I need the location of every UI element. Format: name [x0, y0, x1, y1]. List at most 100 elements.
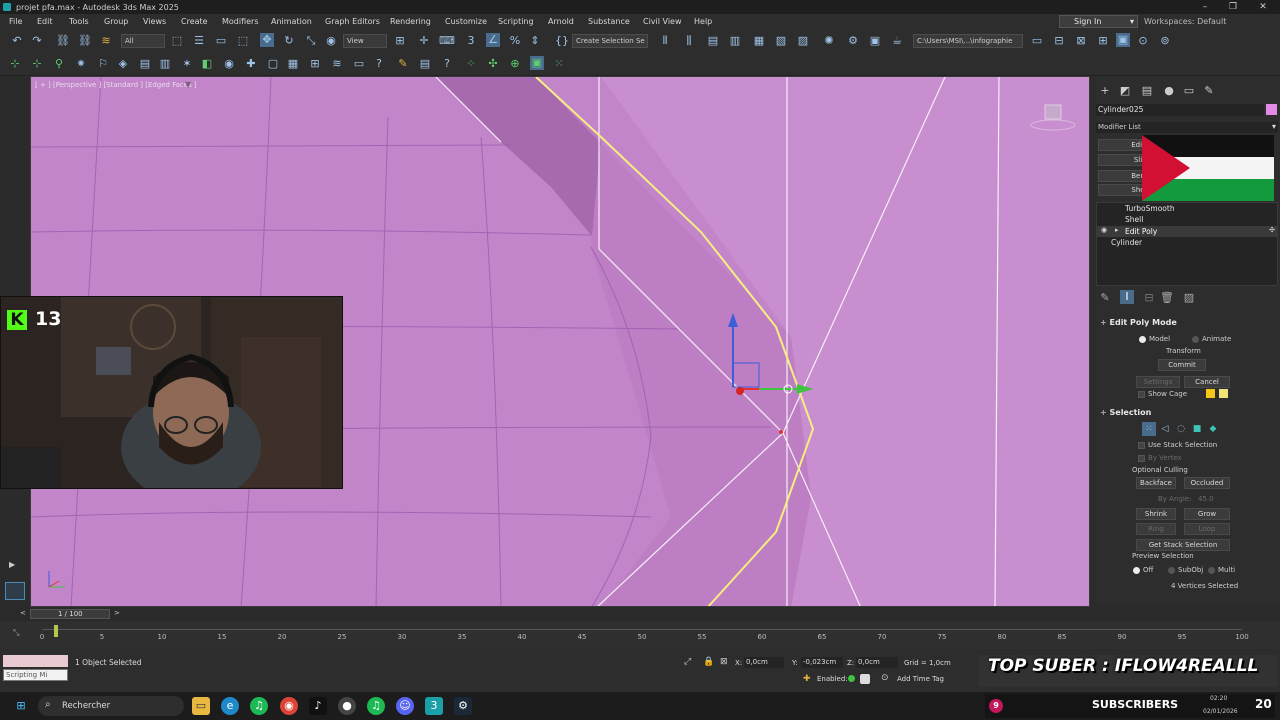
show-end-result-icon[interactable]: Ⅰ: [1120, 290, 1134, 304]
stack-item-turbosmooth[interactable]: TurboSmooth: [1125, 204, 1175, 213]
edge-mode-icon[interactable]: ⊹: [30, 57, 44, 71]
preview-subobj-radio[interactable]: [1168, 567, 1175, 574]
question-icon[interactable]: ?: [440, 57, 454, 71]
schematic-view-icon[interactable]: ▨: [796, 34, 810, 48]
scale-icon[interactable]: ⤡: [304, 34, 318, 48]
steam-icon[interactable]: ⚙: [454, 697, 472, 715]
stack-item-cylinder[interactable]: Cylinder: [1111, 238, 1142, 247]
utilities-tab-icon[interactable]: ✎: [1202, 84, 1216, 98]
ring-button[interactable]: Ring: [1136, 523, 1176, 535]
shrink-button[interactable]: Shrink: [1136, 508, 1176, 520]
window-crossing-icon[interactable]: ⬚: [236, 34, 250, 48]
menu-help[interactable]: Help: [694, 17, 712, 26]
show-cage-checkbox[interactable]: [1138, 391, 1145, 398]
layer-explorer-icon[interactable]: ▥: [728, 34, 742, 48]
menu-edit[interactable]: Edit: [37, 17, 53, 26]
menu-civil-view[interactable]: Civil View: [643, 17, 682, 26]
menu-scripting[interactable]: Scripting: [498, 17, 534, 26]
cancel-button[interactable]: Cancel: [1184, 376, 1230, 388]
track-bar-icon[interactable]: ⤡: [13, 628, 19, 638]
spotify-2-icon[interactable]: ♫: [367, 697, 385, 715]
preview-off-radio[interactable]: [1133, 567, 1140, 574]
commit-button[interactable]: Commit: [1158, 359, 1206, 371]
menu-views[interactable]: Views: [143, 17, 166, 26]
vertex-mode-icon[interactable]: ⊹: [8, 57, 22, 71]
sign-in-dropdown[interactable]: Sign In ▾: [1059, 15, 1138, 28]
time-config-icon[interactable]: ✚: [803, 674, 811, 684]
recording-app-icon[interactable]: ●: [338, 697, 356, 715]
pin-stack-icon[interactable]: ✎: [1098, 291, 1112, 305]
snap-edge-icon[interactable]: ✣: [486, 57, 500, 71]
configure-sets-icon[interactable]: ▨: [1182, 291, 1196, 305]
menu-graph-editors[interactable]: Graph Editors: [325, 17, 380, 26]
isolate-icon[interactable]: ⤢: [684, 657, 691, 667]
stack-item-edit-poly-row[interactable]: ◉ ▸ Edit Poly ✣: [1097, 226, 1277, 237]
motion-tab-icon[interactable]: ●: [1162, 84, 1176, 98]
angle-snap-icon[interactable]: ∠: [486, 33, 500, 47]
layout-2-icon[interactable]: ⊠: [1074, 34, 1088, 48]
snap-vertex-icon[interactable]: ⁘: [464, 57, 478, 71]
track-bar[interactable]: ⤡ 0 5 10 15 20 25 30 35 40 45 50 55 60 65 70 75 80 85 90 95…: [0, 621, 1280, 649]
stack-item-shell[interactable]: Shell: [1125, 215, 1143, 224]
spotify-icon[interactable]: ♫: [250, 697, 268, 715]
object-name-field[interactable]: Cylinder025: [1096, 104, 1264, 116]
bind-spacewarp-icon[interactable]: ≋: [99, 34, 113, 48]
mirror-icon[interactable]: ⫴: [658, 34, 672, 48]
shape-icon[interactable]: ✶: [180, 57, 194, 71]
teapot-icon[interactable]: ◉: [222, 57, 236, 71]
x-coordinate-field[interactable]: 0,0cm: [744, 657, 784, 668]
menu-arnold[interactable]: Arnold: [548, 17, 574, 26]
hierarchy-tab-icon[interactable]: ▤: [1140, 84, 1154, 98]
by-vertex-checkbox[interactable]: [1138, 455, 1145, 462]
occluded-button[interactable]: Occluded: [1184, 477, 1230, 489]
time-slider-thumb[interactable]: 1 / 100: [30, 609, 110, 619]
grow-button[interactable]: Grow: [1184, 508, 1230, 520]
file-explorer-icon[interactable]: ▭: [192, 697, 210, 715]
paint-icon[interactable]: ✎: [396, 57, 410, 71]
get-stack-selection-button[interactable]: Get Stack Selection: [1136, 539, 1230, 551]
place-icon[interactable]: ◉: [324, 34, 338, 48]
help-icon[interactable]: ?: [372, 57, 386, 71]
menu-animation[interactable]: Animation: [271, 17, 312, 26]
spacewarp-icon[interactable]: ≋: [330, 57, 344, 71]
close-button[interactable]: ✕: [1248, 0, 1278, 14]
named-selection-icon[interactable]: {}: [555, 34, 569, 48]
create-tab-icon[interactable]: +: [1098, 84, 1112, 98]
modifier-list-dropdown[interactable]: Modifier List ▾: [1096, 122, 1278, 133]
element-subobject-icon[interactable]: ◆: [1206, 422, 1220, 436]
rendered-frame-icon[interactable]: ▣: [868, 34, 882, 48]
play-arrow-icon[interactable]: ▶: [9, 560, 15, 569]
active-layout-icon[interactable]: ▣: [1116, 33, 1130, 47]
open-project-icon[interactable]: ▭: [1030, 34, 1044, 48]
menu-group[interactable]: Group: [104, 17, 128, 26]
menu-rendering[interactable]: Rendering: [390, 17, 431, 26]
edge-subobject-icon[interactable]: ◁: [1158, 422, 1172, 436]
discord-icon[interactable]: ☺: [396, 697, 414, 715]
object-color-swatch[interactable]: [1266, 104, 1277, 115]
polygon-subobject-icon[interactable]: ■: [1190, 422, 1204, 436]
camera-icon[interactable]: ⚐: [96, 57, 110, 71]
reference-coordinate-dropdown[interactable]: View: [343, 34, 387, 48]
edge-browser-icon[interactable]: e: [221, 697, 239, 715]
by-angle-value[interactable]: 45.0: [1198, 495, 1214, 503]
global-search-icon[interactable]: ⊙: [1136, 34, 1150, 48]
layout-icon[interactable]: ⊟: [1052, 34, 1066, 48]
percent-snap-icon[interactable]: %: [508, 34, 522, 48]
select-by-name-icon[interactable]: ☰: [192, 34, 206, 48]
select-object-icon[interactable]: ⬚: [170, 34, 184, 48]
selection-filter-dropdown[interactable]: All: [121, 34, 165, 48]
redo-icon[interactable]: ↷: [30, 34, 44, 48]
maxscript-listener-mini[interactable]: [3, 655, 68, 667]
material-editor-icon[interactable]: ✺: [822, 34, 836, 48]
snap-more-icon[interactable]: ⁙: [552, 57, 566, 71]
cube-icon[interactable]: ◧: [200, 57, 214, 71]
layout-3-icon[interactable]: ⊞: [1096, 34, 1110, 48]
viewport-label[interactable]: [ + ] [Perspective ] [Standard ] [Edged …: [35, 81, 197, 89]
snaps-toggle-icon[interactable]: 3: [464, 34, 478, 48]
menu-modifiers[interactable]: Modifiers: [222, 17, 259, 26]
render-icon[interactable]: ☕: [890, 34, 904, 48]
chrome-icon[interactable]: ◉: [280, 697, 298, 715]
grid-icon[interactable]: ▦: [286, 57, 300, 71]
align-icon[interactable]: ⫼: [682, 34, 696, 48]
3ds-max-icon[interactable]: 3: [425, 697, 443, 715]
